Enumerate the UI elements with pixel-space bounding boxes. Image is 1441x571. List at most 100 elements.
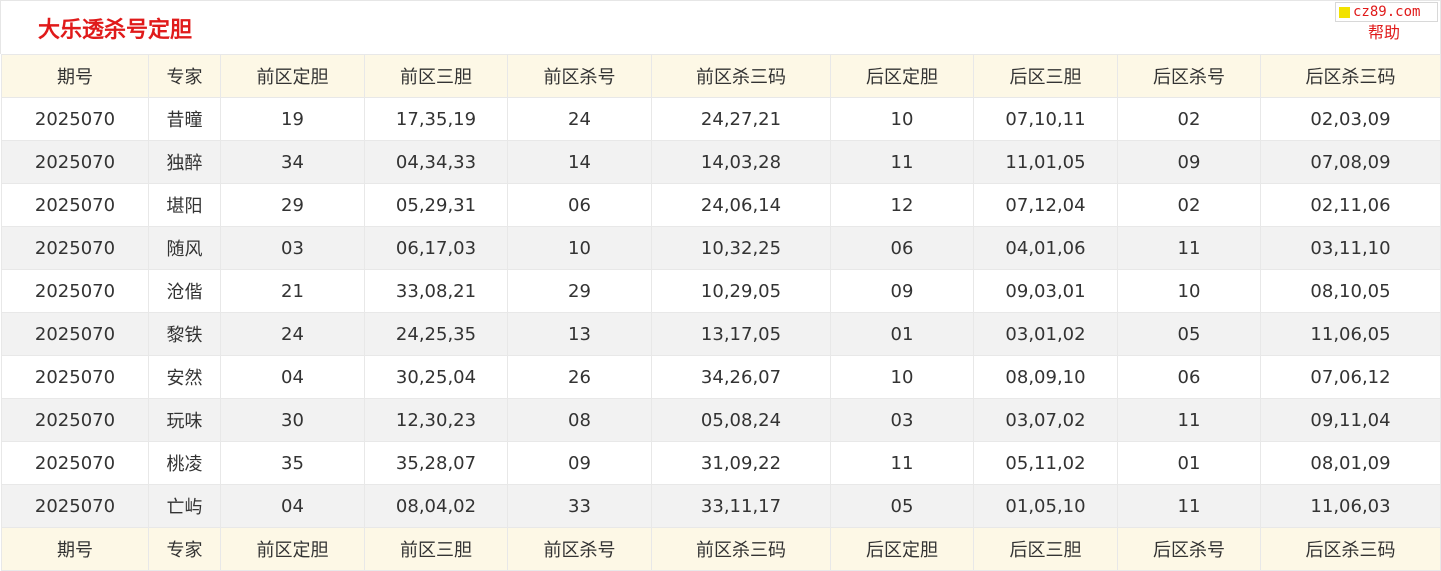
cell-front-three: 05,29,31 [364, 183, 508, 227]
cell-back-fixed: 10 [830, 97, 974, 141]
cell-front-kill: 14 [507, 140, 652, 184]
cell-issue: 2025070 [1, 312, 149, 356]
cell-front-kill: 33 [507, 484, 652, 528]
cell-back-three: 03,01,02 [973, 312, 1118, 356]
column-footer-back-three: 后区三胆 [973, 527, 1118, 571]
cell-front-kill-three: 24,06,14 [651, 183, 831, 227]
cell-front-kill-three: 13,17,05 [651, 312, 831, 356]
table-row: 2025070 玩味 30 12,30,23 08 05,08,24 03 03,07,02 1… [1, 398, 1441, 442]
column-footer-front-fixed: 前区定胆 [220, 527, 365, 571]
cell-expert: 随风 [148, 226, 221, 270]
column-footer-back-kill: 后区杀号 [1117, 527, 1261, 571]
cell-back-fixed: 03 [830, 398, 974, 442]
cell-back-kill: 09 [1117, 140, 1261, 184]
column-header-back-three: 后区三胆 [973, 54, 1118, 98]
table-footer-row: 期号 专家 前区定胆 前区三胆 前区杀号 前区杀三码 后区定胆 后区三胆 后区杀… [1, 527, 1441, 571]
column-header-front-three: 前区三胆 [364, 54, 508, 98]
cell-front-kill: 24 [507, 97, 652, 141]
table-row: 2025070 安然 04 30,25,04 26 34,26,07 10 08,09,10 0… [1, 355, 1441, 399]
cell-expert: 沧偕 [148, 269, 221, 313]
cell-issue: 2025070 [1, 484, 149, 528]
table-row: 2025070 桃凌 35 35,28,07 09 31,09,22 11 05,11,02 0… [1, 441, 1441, 485]
cell-back-three: 07,10,11 [973, 97, 1118, 141]
cell-expert: 独醉 [148, 140, 221, 184]
cell-back-kill-three: 07,08,09 [1260, 140, 1441, 184]
cell-back-three: 08,09,10 [973, 355, 1118, 399]
cell-front-three: 33,08,21 [364, 269, 508, 313]
cell-front-kill-three: 10,32,25 [651, 226, 831, 270]
cell-front-fixed: 29 [220, 183, 365, 227]
cell-front-kill: 10 [507, 226, 652, 270]
cell-back-kill: 11 [1117, 484, 1261, 528]
table-body: 2025070 昔曈 19 17,35,19 24 24,27,21 10 07,10,11 0… [1, 97, 1441, 528]
cell-front-fixed: 03 [220, 226, 365, 270]
cell-front-three: 24,25,35 [364, 312, 508, 356]
column-header-front-kill: 前区杀号 [507, 54, 652, 98]
cell-front-fixed: 19 [220, 97, 365, 141]
cell-expert: 安然 [148, 355, 221, 399]
cell-back-fixed: 10 [830, 355, 974, 399]
cell-front-fixed: 30 [220, 398, 365, 442]
cell-back-fixed: 11 [830, 441, 974, 485]
cell-front-kill: 08 [507, 398, 652, 442]
cell-back-three: 05,11,02 [973, 441, 1118, 485]
cell-issue: 2025070 [1, 183, 149, 227]
column-header-issue: 期号 [1, 54, 149, 98]
column-header-back-kill-three: 后区杀三码 [1260, 54, 1441, 98]
column-header-back-kill: 后区杀号 [1117, 54, 1261, 98]
cell-expert: 亡屿 [148, 484, 221, 528]
cell-back-three: 09,03,01 [973, 269, 1118, 313]
cell-back-kill-three: 09,11,04 [1260, 398, 1441, 442]
cell-front-kill-three: 31,09,22 [651, 441, 831, 485]
cell-issue: 2025070 [1, 441, 149, 485]
cell-expert: 玩味 [148, 398, 221, 442]
cell-front-fixed: 24 [220, 312, 365, 356]
cell-back-kill-three: 07,06,12 [1260, 355, 1441, 399]
cell-back-fixed: 05 [830, 484, 974, 528]
cell-issue: 2025070 [1, 140, 149, 184]
cell-front-fixed: 35 [220, 441, 365, 485]
cell-back-fixed: 11 [830, 140, 974, 184]
cell-expert: 堪阳 [148, 183, 221, 227]
cell-back-three: 07,12,04 [973, 183, 1118, 227]
table-row: 2025070 独醉 34 04,34,33 14 14,03,28 11 11,01,05 0… [1, 140, 1441, 184]
cell-expert: 桃凌 [148, 441, 221, 485]
page-title: 大乐透杀号定胆 [38, 18, 193, 43]
column-footer-back-fixed: 后区定胆 [830, 527, 974, 571]
cell-back-fixed: 12 [830, 183, 974, 227]
cell-issue: 2025070 [1, 226, 149, 270]
column-header-front-kill-three: 前区杀三码 [651, 54, 831, 98]
title-bar: 大乐透杀号定胆 cz89.com 帮助 [0, 0, 1441, 54]
cell-front-fixed: 04 [220, 355, 365, 399]
column-header-front-fixed: 前区定胆 [220, 54, 365, 98]
column-header-expert: 专家 [148, 54, 221, 98]
cell-issue: 2025070 [1, 97, 149, 141]
cell-back-kill-three: 02,03,09 [1260, 97, 1441, 141]
cell-front-three: 30,25,04 [364, 355, 508, 399]
table-row: 2025070 随风 03 06,17,03 10 10,32,25 06 04,01,06 1… [1, 226, 1441, 270]
kill-number-table: 期号 专家 前区定胆 前区三胆 前区杀号 前区杀三码 后区定胆 后区三胆 后区杀… [1, 54, 1441, 571]
column-footer-front-kill: 前区杀号 [507, 527, 652, 571]
column-footer-expert: 专家 [148, 527, 221, 571]
cell-front-kill: 06 [507, 183, 652, 227]
cell-front-three: 35,28,07 [364, 441, 508, 485]
cell-back-kill-three: 08,10,05 [1260, 269, 1441, 313]
cell-front-fixed: 21 [220, 269, 365, 313]
table-row: 2025070 沧偕 21 33,08,21 29 10,29,05 09 09,03,01 1… [1, 269, 1441, 313]
cell-front-three: 17,35,19 [364, 97, 508, 141]
cell-back-kill-three: 03,11,10 [1260, 226, 1441, 270]
cell-back-kill-three: 11,06,03 [1260, 484, 1441, 528]
cell-front-kill: 26 [507, 355, 652, 399]
cell-back-three: 11,01,05 [973, 140, 1118, 184]
table-header-row: 期号 专家 前区定胆 前区三胆 前区杀号 前区杀三码 后区定胆 后区三胆 后区杀… [1, 54, 1441, 98]
cell-back-kill: 01 [1117, 441, 1261, 485]
help-link[interactable]: 帮助 [1368, 19, 1400, 43]
column-header-back-fixed: 后区定胆 [830, 54, 974, 98]
cell-front-kill: 29 [507, 269, 652, 313]
table-row: 2025070 黎铁 24 24,25,35 13 13,17,05 01 03,01,02 0… [1, 312, 1441, 356]
cell-back-three: 01,05,10 [973, 484, 1118, 528]
table-row: 2025070 昔曈 19 17,35,19 24 24,27,21 10 07,10,11 0… [1, 97, 1441, 141]
cell-front-kill-three: 34,26,07 [651, 355, 831, 399]
cell-expert: 昔曈 [148, 97, 221, 141]
column-footer-back-kill-three: 后区杀三码 [1260, 527, 1441, 571]
